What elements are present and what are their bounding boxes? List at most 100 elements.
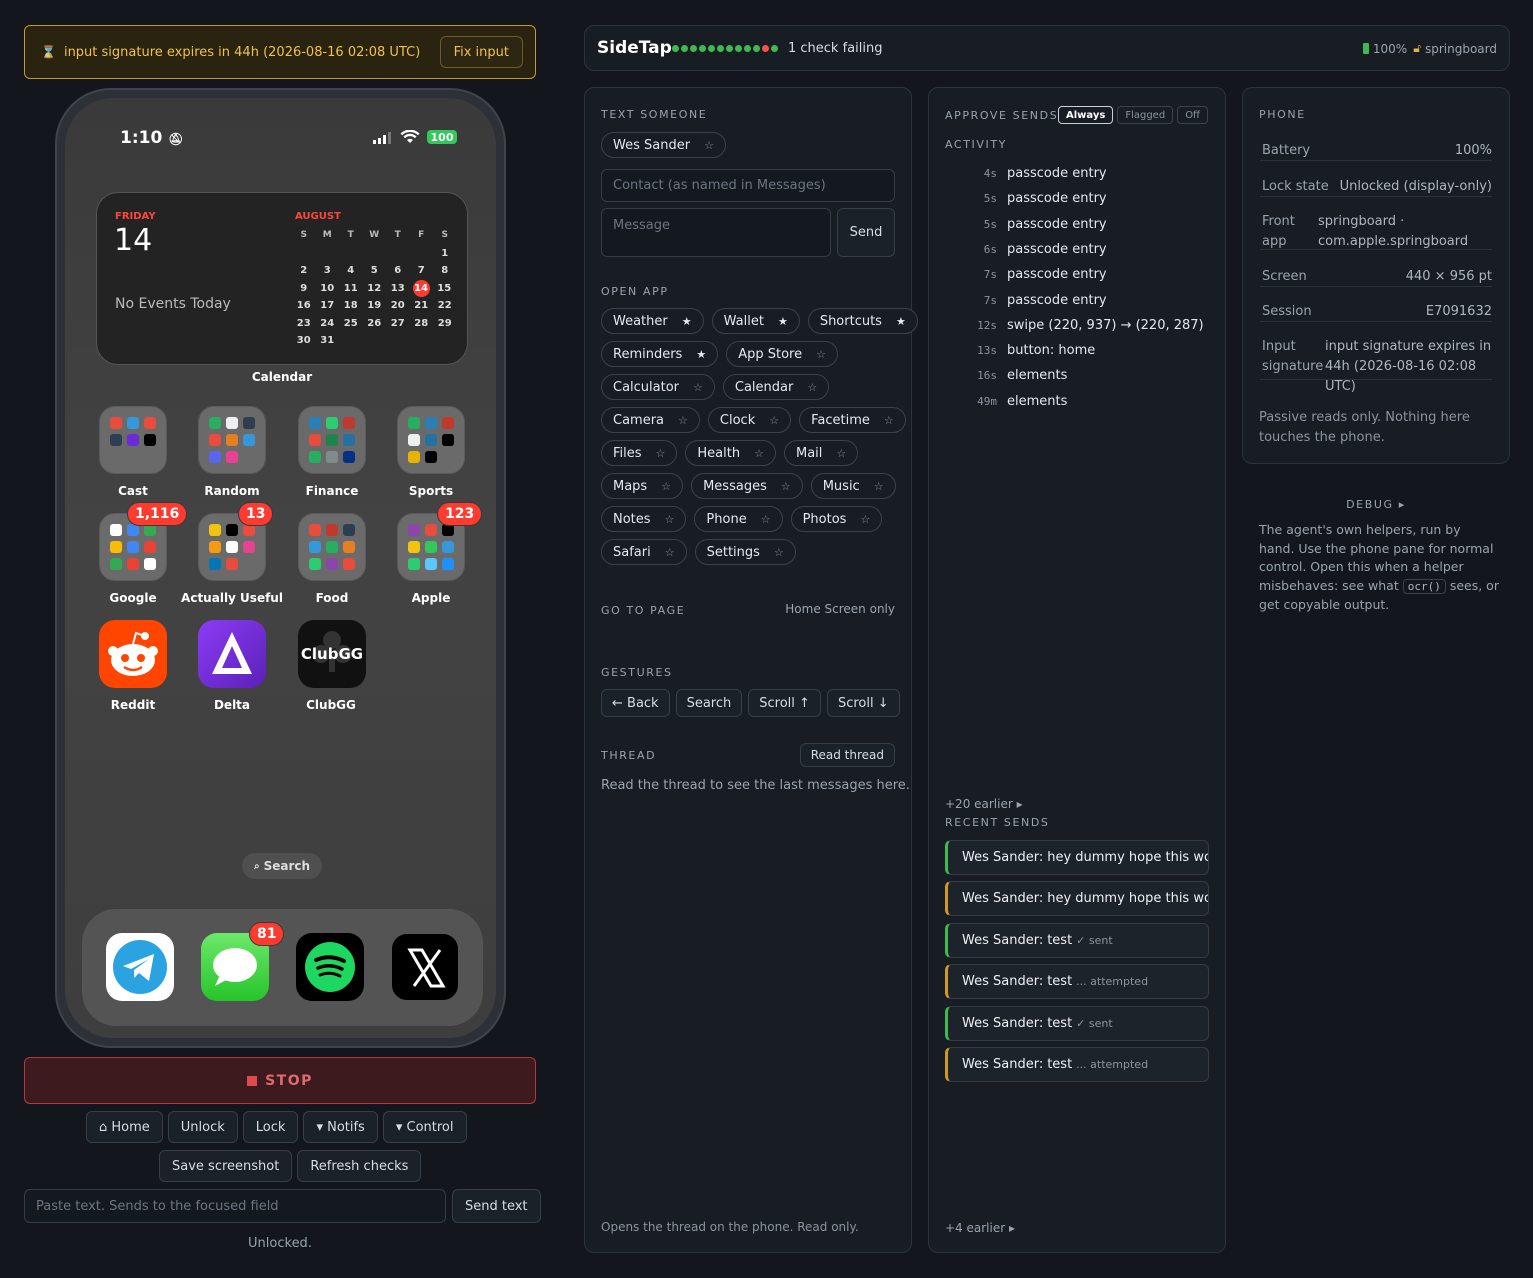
stop-button[interactable]: STOP xyxy=(24,1057,536,1104)
star-icon[interactable]: ☆ xyxy=(781,480,791,493)
spotify-icon[interactable] xyxy=(296,933,364,1001)
star-icon[interactable]: ☆ xyxy=(816,348,826,361)
app-chip-safari[interactable]: Safari ☆ xyxy=(601,539,687,565)
phone-info-key: Battery xyxy=(1262,143,1311,158)
check-dot xyxy=(708,45,715,52)
gesture-scroll-up-button[interactable]: Scroll ↑ xyxy=(748,689,821,717)
calendar-widget[interactable]: FRIDAY 14 No Events Today AUGUST SMTWTFS… xyxy=(96,192,468,365)
app-chip-notes[interactable]: Notes ☆ xyxy=(601,506,687,532)
home-button[interactable]: ⌂ Home xyxy=(86,1111,163,1143)
gesture-search-button[interactable]: Search xyxy=(675,689,743,717)
star-icon[interactable]: ☆ xyxy=(860,513,870,526)
star-filled-icon[interactable]: ★ xyxy=(896,315,906,328)
recent-send-item[interactable]: Wes Sander:hey dummy hope this work... xyxy=(945,881,1209,916)
star-icon[interactable]: ☆ xyxy=(678,414,688,427)
day-cell: 23 xyxy=(296,317,311,329)
send-button[interactable]: Send xyxy=(837,208,895,257)
star-icon[interactable]: ☆ xyxy=(693,381,703,394)
app-chip-app-store[interactable]: App Store ☆ xyxy=(726,341,838,367)
day-cell: 11 xyxy=(343,282,358,294)
earlier-activity-link[interactable]: +20 earlier ▸ xyxy=(945,797,1023,811)
app-chip-maps[interactable]: Maps ☆ xyxy=(601,473,684,499)
notifs-button[interactable]: ▾ Notifs xyxy=(303,1111,378,1143)
app-chip-camera[interactable]: Camera ☆ xyxy=(601,407,700,433)
approve-off-option[interactable]: Off xyxy=(1177,106,1208,124)
folder-food[interactable] xyxy=(298,513,366,581)
contact-chip-wes-sander[interactable]: Wes Sander ☆ xyxy=(601,132,726,158)
day-cell: 4 xyxy=(347,265,355,276)
folder-finance[interactable] xyxy=(298,406,366,474)
app-chip-photos[interactable]: Photos ☆ xyxy=(790,506,883,532)
star-icon[interactable]: ☆ xyxy=(656,447,666,460)
app-chip-files[interactable]: Files ☆ xyxy=(601,440,678,466)
star-icon[interactable]: ☆ xyxy=(761,513,771,526)
app-chip-clock[interactable]: Clock ☆ xyxy=(707,407,792,433)
x-icon[interactable] xyxy=(391,933,459,1001)
notification-badge: 1,116 xyxy=(127,502,188,526)
folder-app-icon xyxy=(209,541,221,553)
folder-cast[interactable] xyxy=(99,406,167,474)
lock-button[interactable]: Lock xyxy=(242,1111,299,1143)
app-chip-mail[interactable]: Mail ☆ xyxy=(783,440,859,466)
app-chip-shortcuts[interactable]: Shortcuts ★ xyxy=(807,308,918,334)
star-filled-icon[interactable]: ★ xyxy=(696,348,706,361)
app-chip-wallet[interactable]: Wallet ★ xyxy=(711,308,800,334)
app-chip-calculator[interactable]: Calculator ☆ xyxy=(601,374,715,400)
app-chip-settings[interactable]: Settings ☆ xyxy=(694,539,796,565)
star-icon[interactable]: ☆ xyxy=(754,447,764,460)
save-screenshot-button[interactable]: Save screenshot xyxy=(159,1150,293,1182)
star-icon[interactable]: ☆ xyxy=(769,414,779,427)
debug-toggle[interactable]: DEBUG ▸ xyxy=(1242,498,1510,511)
app-chip-messages[interactable]: Messages ☆ xyxy=(691,473,803,499)
approve-always-option[interactable]: Always xyxy=(1058,106,1114,124)
star-icon[interactable]: ☆ xyxy=(836,447,846,460)
star-icon[interactable]: ☆ xyxy=(661,480,671,493)
recent-send-item[interactable]: Wes Sander:hey dummy hope this work... xyxy=(945,840,1209,875)
send-text-button[interactable]: Send text xyxy=(452,1189,541,1223)
recent-send-item[interactable]: Wes Sander: test... attempted xyxy=(945,964,1209,999)
delta-app-icon[interactable] xyxy=(198,620,266,688)
reddit-app-icon[interactable] xyxy=(99,620,167,688)
app-chip-weather[interactable]: Weather ★ xyxy=(601,308,704,334)
star-filled-icon[interactable]: ★ xyxy=(778,315,788,328)
star-filled-icon[interactable]: ★ xyxy=(682,315,692,328)
unlock-button[interactable]: Unlock xyxy=(167,1111,238,1143)
star-icon[interactable]: ☆ xyxy=(807,381,817,394)
recent-send-item[interactable]: Wes Sander: test ✓ sent xyxy=(945,1006,1209,1041)
check-status-dots[interactable] xyxy=(672,45,780,52)
app-chip-facetime[interactable]: Facetime ☆ xyxy=(799,407,906,433)
activity-time: 49m xyxy=(977,394,997,408)
star-icon[interactable]: ☆ xyxy=(665,546,675,559)
fix-input-button[interactable]: Fix input xyxy=(439,36,523,68)
contact-input[interactable]: Contact (as named in Messages) xyxy=(601,169,895,202)
folder-sports[interactable] xyxy=(397,406,465,474)
earlier-sends-link[interactable]: +4 earlier ▸ xyxy=(945,1221,1015,1235)
read-thread-button[interactable]: Read thread xyxy=(799,743,895,767)
app-chip-music[interactable]: Music ☆ xyxy=(810,473,896,499)
star-icon[interactable]: ☆ xyxy=(704,139,714,152)
paste-text-input[interactable]: Paste text. Sends to the focused field xyxy=(24,1189,446,1223)
home-search-pill[interactable]: ⌕ Search xyxy=(242,853,322,879)
message-input[interactable]: Message xyxy=(601,208,831,257)
app-chip-phone[interactable]: Phone ☆ xyxy=(694,506,783,532)
clubgg-app-icon[interactable]: ClubGG xyxy=(298,620,366,688)
phone-screen[interactable]: 1:10 🔕︎ 100 FRIDAY 14 No Events Today AU… xyxy=(65,98,496,1038)
checks-summary[interactable]: 1 check failing xyxy=(788,41,882,56)
app-chip-health[interactable]: Health ☆ xyxy=(685,440,776,466)
app-chip-reminders[interactable]: Reminders ★ xyxy=(601,341,719,367)
recent-send-item[interactable]: Wes Sander: test ✓ sent xyxy=(945,923,1209,958)
approve-flagged-option[interactable]: Flagged xyxy=(1117,106,1174,124)
star-icon[interactable]: ☆ xyxy=(874,480,884,493)
star-icon[interactable]: ☆ xyxy=(884,414,894,427)
recent-send-item[interactable]: Wes Sander: test... attempted xyxy=(945,1047,1209,1082)
star-icon[interactable]: ☆ xyxy=(665,513,675,526)
control-button[interactable]: ▾ Control xyxy=(382,1111,467,1143)
app-chip-calendar[interactable]: Calendar ☆ xyxy=(722,374,830,400)
gesture-back-button[interactable]: ← Back xyxy=(601,689,670,717)
refresh-checks-button[interactable]: Refresh checks xyxy=(297,1150,422,1182)
gesture-scroll-down-button[interactable]: Scroll ↓ xyxy=(826,689,900,717)
folder-random[interactable] xyxy=(198,406,266,474)
star-icon[interactable]: ☆ xyxy=(774,546,784,559)
activity-event: passcode entry xyxy=(1007,292,1107,308)
telegram-icon[interactable] xyxy=(106,933,174,1001)
